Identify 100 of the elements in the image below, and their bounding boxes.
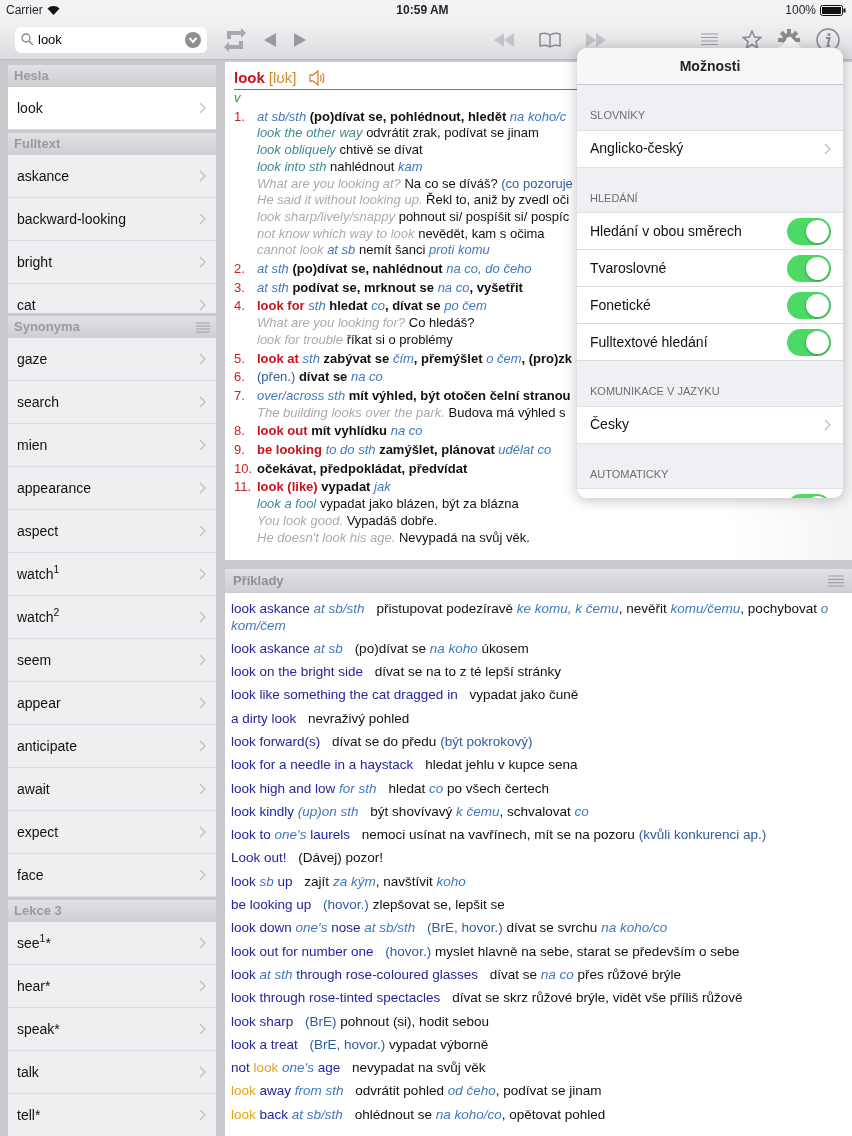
option-row[interactable]: Česky: [577, 406, 843, 444]
battery-icon: [820, 4, 846, 16]
book-icon[interactable]: [539, 31, 561, 48]
phrase-example: a dirty look nevraživý pohled: [231, 710, 411, 728]
section-header: HLEDÁNÍ: [589, 190, 639, 206]
chevron-icon: [199, 826, 206, 838]
usage-example: What are you looking for? Co hledáš?: [257, 315, 476, 332]
sidebar-item[interactable]: seem: [8, 639, 216, 682]
star-icon[interactable]: [742, 30, 762, 49]
section-title: Příklady: [233, 572, 284, 591]
sense-number: 9.: [234, 442, 246, 459]
phrase-example: look askance at sb/sth přistupovat podezíravě ke komu, k čemu, nevěřit komu/čemu, pochybovat o kom/čem: [231, 601, 830, 634]
sidebar-item[interactable]: backward-looking: [8, 198, 216, 241]
sidebar-item[interactable]: anticipate: [8, 725, 216, 768]
forward-icon[interactable]: [293, 31, 307, 48]
sidebar-item[interactable]: aspect: [8, 510, 216, 553]
sense-number: 5.: [234, 350, 246, 368]
usage-example: look into sth nahlédnout kam: [257, 158, 424, 176]
sidebar-item[interactable]: cat: [8, 284, 216, 313]
phrase-example: look high and low for sth hledat co po všech čertech: [231, 780, 551, 798]
sidebar-item[interactable]: look: [8, 87, 216, 130]
sidebar-item[interactable]: talk: [8, 1051, 216, 1094]
sense-definition: be looking to do sth zamýšlet, plánovat udělat co: [257, 442, 552, 459]
phrase-example: look askance at sb (po)dívat se na koho úkosem: [231, 640, 530, 658]
sidebar-item[interactable]: expect: [8, 811, 216, 854]
menu-icon[interactable]: [196, 321, 210, 333]
option-label: Hledání v obou směrech: [590, 221, 742, 241]
chevron-icon: [824, 418, 831, 431]
sense-definition: look at sth zabývat se čím, přemýšlet o čem, (pro)zk: [257, 350, 573, 368]
chevron-icon: [199, 740, 206, 752]
chevron-icon: [199, 869, 206, 881]
sidebar-item[interactable]: watch$^{1}$: [8, 553, 216, 596]
sense-definition: look out mít vyhlídku na co: [257, 423, 423, 441]
dropdown-icon[interactable]: [185, 31, 201, 48]
menu-icon[interactable]: [828, 575, 844, 587]
sidebar-item[interactable]: face: [8, 854, 216, 897]
sense-number: 4.: [234, 298, 246, 316]
usage-example: look the other way odvrátit zrak, podívat se jinam: [257, 125, 540, 143]
chevron-icon: [199, 568, 206, 580]
option-label: Fulltextové hledání: [590, 332, 708, 352]
usage-example: The building looks over the park. Budova má výhled s: [257, 404, 567, 422]
chevron-icon: [199, 980, 206, 992]
wifi-icon: [46, 5, 60, 15]
chevron-icon: [199, 1023, 206, 1035]
sense-definition: at sth (po)dívat se, nahlédnout na co, do čeho: [257, 261, 532, 278]
speaker-icon[interactable]: [308, 70, 327, 86]
option-label: Fonetické: [590, 295, 651, 315]
list-icon[interactable]: [701, 32, 718, 47]
battery-percent: 100%: [785, 2, 816, 19]
chevron-icon: [199, 102, 206, 114]
usage-example: What are you looking at? Na co se díváš? (co pozoruje: [257, 175, 573, 192]
toggle-switch[interactable]: [787, 291, 831, 319]
popover-title: Možnosti: [679, 56, 741, 76]
chevron-icon: [199, 611, 206, 623]
section-title: Lekce 3: [14, 902, 62, 921]
usage-example: cannot look at sb nemít šanci proti komu: [257, 242, 491, 260]
usage-example: You look good. Vypadáš dobře.: [257, 512, 439, 530]
sidebar-item[interactable]: askance: [8, 155, 216, 198]
option-row[interactable]: Anglicko-český: [577, 130, 843, 168]
sidebar-item[interactable]: speak*: [8, 1008, 216, 1051]
sense-definition: over/across sth mít výhled, být otočen čelní stranou: [257, 387, 571, 405]
phrase-example: look for a needle in a haystack hledat jehlu v kupce sena: [231, 757, 579, 774]
chevron-icon: [199, 299, 206, 311]
chevron-icon: [199, 937, 206, 949]
search-bar[interactable]: look: [15, 26, 207, 53]
sidebar-item[interactable]: appear: [8, 682, 216, 725]
phrase-example: look through rose-tinted spectacles dívat se skrz růžové brýle, vidět vše příliš růžově: [231, 990, 744, 1007]
phrase-example: look out for number one (hovor.) myslet hlavně na sebe, starat se především o sebe: [231, 943, 741, 961]
sidebar-item[interactable]: gaze: [8, 338, 216, 381]
sense-number: 10.: [234, 460, 254, 478]
phrase-example: look on the bright side dívat se na to z té lepší stránky: [231, 664, 562, 681]
sense-number: 8.: [234, 423, 246, 441]
sidebar-item[interactable]: hear*: [8, 965, 216, 1008]
search-field[interactable]: look: [34, 29, 164, 50]
sidebar-item[interactable]: mien: [8, 424, 216, 467]
back-icon[interactable]: [263, 31, 277, 48]
search-icon: [21, 33, 34, 46]
sense-definition: look (like) vypadat jak: [257, 479, 392, 497]
sidebar-item[interactable]: appearance: [8, 467, 216, 510]
chevron-icon: [199, 654, 206, 666]
toggle-switch[interactable]: [787, 217, 831, 245]
toggle-switch[interactable]: [787, 328, 831, 356]
sidebar-item[interactable]: watch$^{2}$: [8, 596, 216, 639]
usage-example: look sharp/lively/snappy pohnout si/ pospíšit si/ pospíc: [257, 208, 571, 226]
phrase-example: look kindly (up)on sth být shovívavý k čemu, schvalovat co: [231, 803, 590, 821]
sidebar-item[interactable]: bright: [8, 241, 216, 284]
chevron-icon: [199, 353, 206, 365]
sync-icon[interactable]: [223, 26, 247, 53]
sense-definition: at sth podívat se, mrknout se na co, vyšetřit: [257, 279, 523, 297]
phrase-example: look down one's nose at sb/sth (BrE, hovor.) dívat se svrchu na koho/co: [231, 920, 669, 937]
sidebar-item[interactable]: await: [8, 768, 216, 811]
sidebar-item[interactable]: tell*: [8, 1094, 216, 1136]
sidebar-item[interactable]: see$^{1}$*: [8, 922, 216, 965]
toggle-switch[interactable]: [787, 254, 831, 282]
usage-example: look a fool vypadat jako blázen, být za blázna: [257, 496, 520, 513]
chevron-icon: [199, 170, 206, 182]
phrase-example: look away from sth odvrátit pohled od čeho, podívat se jinam: [231, 1083, 603, 1100]
sidebar-item[interactable]: search: [8, 381, 216, 424]
usage-example: He said it without looking up. Řekl to, aniž by zvedl oči: [257, 192, 571, 209]
usage-example: not know which way to look nevědět, kam s očima: [257, 225, 546, 243]
